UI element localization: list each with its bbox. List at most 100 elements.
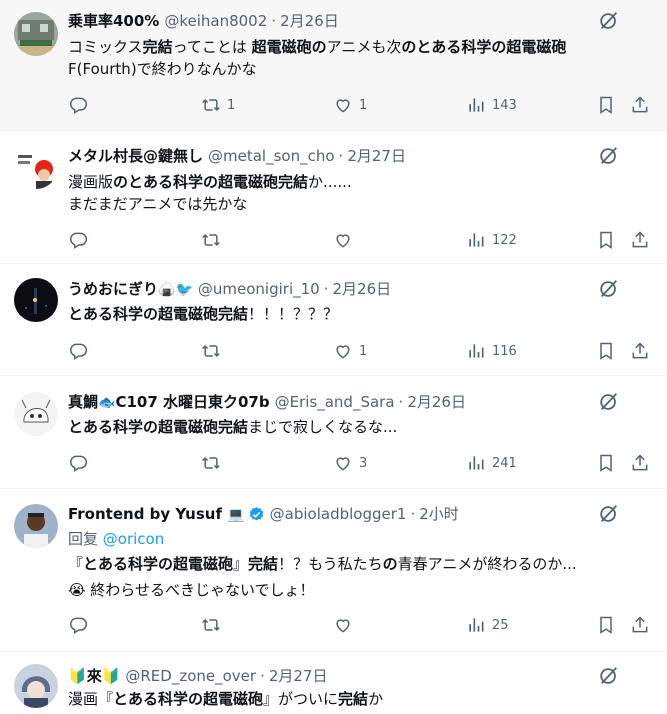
- mention-link[interactable]: @oricon: [103, 530, 164, 548]
- reply-icon: [70, 455, 88, 472]
- grok-icon[interactable]: [598, 10, 620, 32]
- bookmark-button[interactable]: [596, 452, 616, 474]
- avatar[interactable]: [14, 392, 58, 436]
- timestamp[interactable]: 2月26日: [332, 279, 391, 299]
- handle[interactable]: @keihan8002: [164, 11, 267, 31]
- views-button[interactable]: 241: [466, 452, 517, 474]
- grok-icon[interactable]: [598, 665, 620, 687]
- like-button[interactable]: [333, 229, 359, 251]
- share-button[interactable]: [630, 340, 650, 362]
- share-button[interactable]: [630, 229, 650, 251]
- timestamp[interactable]: 2月26日: [280, 11, 339, 31]
- bold-text: とある科学の超電磁砲完結: [68, 305, 249, 323]
- tweet[interactable]: うめおにぎり🍙🐦 @umeonigiri_10 · 2月26日 とある科学の超電…: [0, 264, 667, 376]
- handle[interactable]: @metal_son_cho: [208, 146, 335, 166]
- views-count: 143: [492, 97, 517, 113]
- views-button[interactable]: 122: [466, 229, 517, 251]
- bookmark-icon: [600, 342, 612, 360]
- share-button[interactable]: [630, 614, 650, 636]
- grok-icon[interactable]: [598, 145, 620, 167]
- avatar[interactable]: [14, 504, 58, 548]
- tweet-header: 真鯛🐟C107 水曜日東ク07b @Eris_and_Sara · 2月26日: [68, 392, 466, 412]
- bookmark-button[interactable]: [596, 94, 616, 116]
- timestamp[interactable]: 2小时: [419, 504, 459, 524]
- views-count: 122: [492, 232, 517, 248]
- tweet[interactable]: 乗車率400% @keihan8002 · 2月26日 コミックス完結ってことは…: [0, 0, 667, 131]
- tweet-header: 🔰來🔰 @RED_zone_over · 2月27日: [68, 666, 327, 686]
- reply-button[interactable]: [68, 229, 94, 251]
- avatar[interactable]: [14, 12, 58, 56]
- grok-icon[interactable]: [598, 391, 620, 413]
- views-button[interactable]: 143: [466, 94, 517, 116]
- bookmark-button[interactable]: [596, 614, 616, 636]
- reply-button[interactable]: [68, 340, 94, 362]
- retweet-count: 1: [227, 97, 236, 113]
- text-segment: 😭 終わらせるべきじゃないでしょ！: [68, 581, 315, 599]
- display-name[interactable]: 真鯛🐟C107 水曜日東ク07b: [68, 392, 270, 413]
- retweet-button[interactable]: 1: [201, 94, 235, 116]
- like-count: 1: [359, 343, 368, 359]
- tweet[interactable]: Frontend by Yusuf 💻 @abioladblogger1 · 2…: [0, 489, 667, 652]
- bold-text: 完結: [142, 38, 173, 56]
- like-button[interactable]: 1: [333, 94, 367, 116]
- display-name[interactable]: Frontend by Yusuf 💻: [68, 504, 245, 525]
- tweet[interactable]: 🔰來🔰 @RED_zone_over · 2月27日 漫画『とある科学の超電磁砲…: [0, 652, 667, 714]
- reply-button[interactable]: [68, 614, 94, 636]
- display-name[interactable]: 🔰來🔰: [68, 666, 120, 686]
- display-name[interactable]: 乗車率400%: [68, 11, 159, 31]
- grok-icon[interactable]: [598, 278, 620, 300]
- bold-text: とある科学の超電磁砲: [83, 555, 234, 573]
- retweet-icon: [202, 98, 220, 112]
- retweet-button[interactable]: [201, 229, 227, 251]
- display-name[interactable]: メタル村長@鍵無し: [68, 146, 203, 166]
- handle[interactable]: @Eris_and_Sara: [275, 392, 395, 412]
- avatar[interactable]: [14, 278, 58, 322]
- share-button[interactable]: [630, 452, 650, 474]
- tweet-text: とある科学の超電磁砲完結！！！？？？: [68, 303, 648, 325]
- reply-icon: [70, 343, 88, 360]
- text-segment: 漫画『: [68, 690, 114, 708]
- like-button[interactable]: [333, 614, 359, 636]
- timestamp[interactable]: 2月27日: [269, 666, 328, 686]
- retweet-button[interactable]: [201, 452, 227, 474]
- like-button[interactable]: 1: [333, 340, 367, 362]
- like-icon: [336, 345, 350, 359]
- handle[interactable]: @abioladblogger1: [270, 504, 407, 524]
- views-button[interactable]: 25: [466, 614, 509, 636]
- tweet[interactable]: 真鯛🐟C107 水曜日東ク07b @Eris_and_Sara · 2月26日 …: [0, 376, 667, 489]
- like-button[interactable]: 3: [333, 452, 367, 474]
- views-count: 25: [492, 617, 509, 633]
- like-icon: [336, 457, 350, 471]
- handle[interactable]: @umeonigiri_10: [198, 279, 320, 299]
- retweet-icon: [202, 344, 220, 358]
- text-line: まだまだアニメでは先かな: [68, 193, 648, 215]
- tweet[interactable]: メタル村長@鍵無し @metal_son_cho · 2月27日 漫画版のとある…: [0, 131, 667, 264]
- avatar[interactable]: [14, 145, 58, 189]
- reply-button[interactable]: [68, 94, 94, 116]
- retweet-icon: [202, 618, 220, 632]
- timestamp[interactable]: 2月26日: [407, 392, 466, 412]
- bold-text: 完結: [338, 690, 369, 708]
- text-line: 😭 終わらせるべきじゃないでしょ！: [68, 579, 648, 601]
- views-button[interactable]: 116: [466, 340, 517, 362]
- bookmark-button[interactable]: [596, 340, 616, 362]
- like-icon: [336, 619, 350, 633]
- views-icon: [469, 344, 484, 358]
- share-button[interactable]: [630, 94, 650, 116]
- reply-button[interactable]: [68, 452, 94, 474]
- text-segment: 』: [233, 555, 249, 573]
- avatar[interactable]: [14, 664, 58, 708]
- bookmark-icon: [600, 231, 612, 249]
- reply-context: 回复 @oricon: [68, 528, 648, 550]
- handle[interactable]: @RED_zone_over: [125, 666, 256, 686]
- text-line: とある科学の超電磁砲完結！！！？？？: [68, 303, 648, 325]
- retweet-button[interactable]: [201, 614, 227, 636]
- retweet-button[interactable]: [201, 340, 227, 362]
- grok-icon[interactable]: [598, 503, 620, 525]
- reply-icon: [70, 97, 88, 114]
- display-name[interactable]: うめおにぎり🍙🐦: [68, 279, 193, 300]
- views-count: 116: [492, 343, 517, 359]
- timestamp[interactable]: 2月27日: [347, 146, 406, 166]
- bookmark-button[interactable]: [596, 229, 616, 251]
- verified-icon: [249, 506, 263, 521]
